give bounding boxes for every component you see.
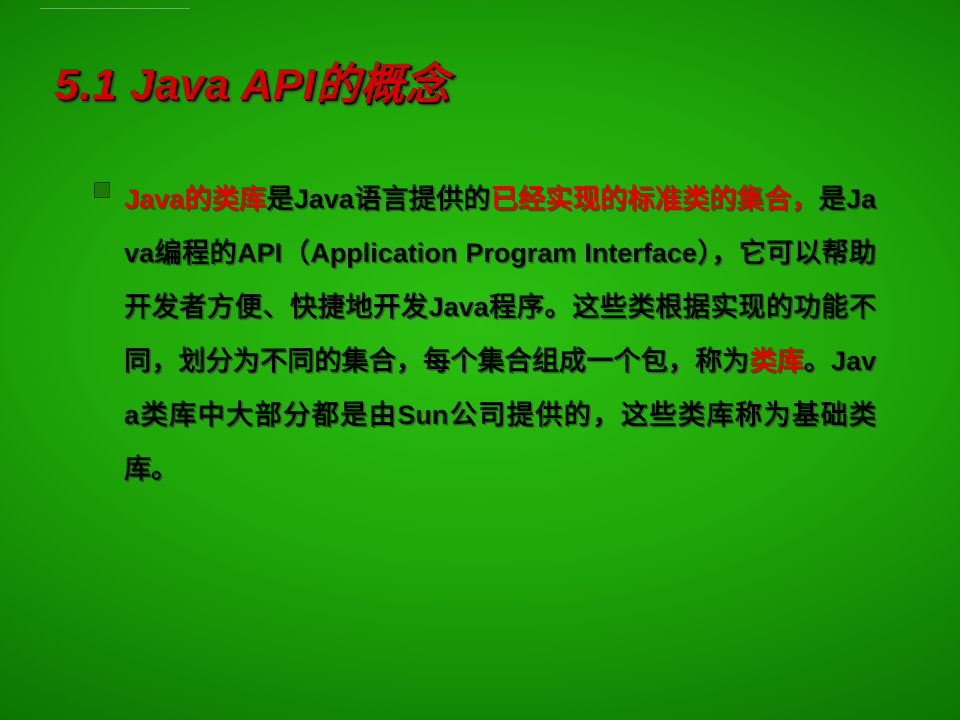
highlight-text: 类库 bbox=[749, 346, 803, 376]
paragraph: Java的类库是Java语言提供的已经实现的标准类的集合，是Java编程的API… bbox=[124, 172, 876, 496]
slide-title: 5.1 Java API的概念 bbox=[54, 48, 906, 112]
bullet-square-icon bbox=[94, 182, 110, 198]
bullet-item: Java的类库是Java语言提供的已经实现的标准类的集合，是Java编程的API… bbox=[124, 172, 876, 496]
highlight-text: 已经实现的标准类的集合， bbox=[491, 184, 819, 214]
body-text: 是Java语言提供的 bbox=[266, 184, 490, 214]
slide-body: Java的类库是Java语言提供的已经实现的标准类的集合，是Java编程的API… bbox=[54, 172, 906, 496]
slide-container: 5.1 Java API的概念 Java的类库是Java语言提供的已经实现的标准… bbox=[0, 0, 960, 720]
decorative-line bbox=[40, 8, 190, 9]
highlight-text: Java的类库 bbox=[124, 184, 266, 214]
